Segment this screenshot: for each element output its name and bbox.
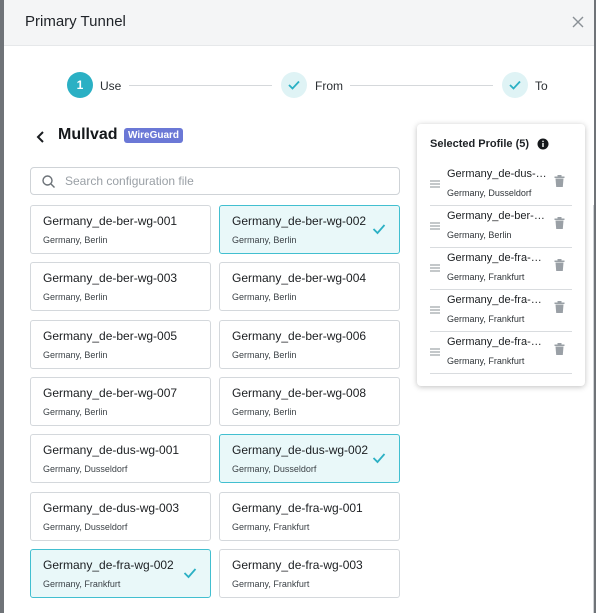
- selected-profile-panel: Selected Profile (5) Germany_de-dus-wg-0…: [417, 124, 585, 386]
- selected-profile-name: Germany_de-fra-wg-002: [447, 252, 547, 264]
- drag-handle-icon[interactable]: [430, 221, 440, 231]
- config-location: Germany, Dusseldorf: [43, 521, 128, 532]
- scrollbar-track[interactable]: [593, 205, 594, 613]
- search-icon: [42, 175, 55, 188]
- config-name: Germany_de-ber-wg-004: [232, 271, 367, 286]
- selected-profile-name: Germany_de-dus-wg-002: [447, 168, 547, 180]
- protocol-badge: WireGuard: [124, 128, 184, 143]
- trash-icon[interactable]: [554, 175, 565, 187]
- step-use-label: Use: [100, 79, 122, 93]
- config-name: Germany_de-dus-wg-002: [232, 443, 369, 458]
- config-card[interactable]: Germany_de-fra-wg-002 Germany, Frankfurt: [30, 548, 211, 598]
- config-name: Germany_de-fra-wg-002: [43, 557, 174, 572]
- config-name: Germany_de-ber-wg-006: [232, 328, 367, 343]
- selected-profile-item[interactable]: Germany_de-ber-wg-002 Germany, Berlin: [430, 206, 572, 248]
- chevron-left-icon[interactable]: [34, 128, 48, 146]
- config-location: Germany, Frankfurt: [43, 578, 121, 589]
- config-location: Germany, Berlin: [43, 349, 108, 360]
- config-card[interactable]: Germany_de-fra-wg-003 Germany, Frankfurt: [219, 548, 400, 598]
- config-name: Germany_de-ber-wg-002: [232, 214, 367, 228]
- config-name: Germany_de-fra-wg-001: [232, 500, 363, 515]
- drag-handle-icon[interactable]: [430, 263, 440, 273]
- config-location: Germany, Berlin: [43, 292, 108, 303]
- config-name: Germany_de-ber-wg-001: [43, 214, 178, 228]
- config-name: Germany_de-fra-wg-003: [232, 557, 363, 572]
- trash-icon[interactable]: [554, 343, 565, 355]
- selected-profile-name: Germany_de-fra-wg-001: [447, 336, 547, 348]
- config-card[interactable]: Germany_de-ber-wg-005 Germany, Berlin: [30, 319, 211, 369]
- config-card[interactable]: Germany_de-ber-wg-003 Germany, Berlin: [30, 262, 211, 312]
- search-input[interactable]: [65, 172, 385, 190]
- config-name: Germany_de-ber-wg-005: [43, 328, 178, 343]
- check-icon: [372, 453, 386, 464]
- config-location: Germany, Berlin: [232, 235, 297, 245]
- selected-profile-item[interactable]: Germany_de-fra-wg-001 Germany, Frankfurt: [430, 332, 572, 374]
- config-location: Germany, Berlin: [232, 349, 297, 360]
- search-box: [30, 167, 400, 195]
- drag-handle-icon[interactable]: [430, 347, 440, 357]
- trash-icon[interactable]: [554, 217, 565, 229]
- drag-handle-icon[interactable]: [430, 179, 440, 189]
- step-connector: [129, 85, 272, 86]
- step-2-check-icon: [281, 72, 307, 98]
- selected-profile-item[interactable]: Germany_de-dus-wg-002 Germany, Dusseldorf: [430, 164, 572, 206]
- primary-tunnel-dialog: Primary Tunnel 1 Use From To Mullvad Wir…: [4, 0, 594, 613]
- config-card[interactable]: Germany_de-dus-wg-002 Germany, Dusseldorf: [219, 434, 400, 484]
- config-name: Germany_de-dus-wg-001: [43, 443, 180, 458]
- config-card[interactable]: Germany_de-ber-wg-004 Germany, Berlin: [219, 262, 400, 312]
- selected-profile-item[interactable]: Germany_de-fra-wg-003 Germany, Frankfurt: [430, 290, 572, 332]
- dialog-header: Primary Tunnel: [4, 0, 594, 46]
- config-location: Germany, Berlin: [43, 235, 108, 245]
- close-icon[interactable]: [570, 14, 586, 30]
- config-card[interactable]: Germany_de-dus-wg-001 Germany, Dusseldorf: [30, 434, 211, 484]
- trash-icon[interactable]: [554, 259, 565, 271]
- check-icon: [372, 224, 386, 235]
- config-name: Germany_de-dus-wg-003: [43, 500, 180, 515]
- step-to-label: To: [535, 79, 548, 93]
- config-location: Germany, Dusseldorf: [232, 464, 317, 475]
- config-location: Germany, Berlin: [232, 292, 297, 303]
- config-card[interactable]: Germany_de-ber-wg-006 Germany, Berlin: [219, 319, 400, 369]
- selected-profile-location: Germany, Frankfurt: [447, 272, 525, 282]
- config-location: Germany, Frankfurt: [232, 578, 310, 589]
- selected-profile-location: Germany, Berlin: [447, 230, 512, 240]
- selected-profile-name: Germany_de-fra-wg-003: [447, 294, 547, 306]
- config-card[interactable]: Germany_de-ber-wg-002 Germany, Berlin: [219, 205, 400, 254]
- config-card[interactable]: Germany_de-ber-wg-007 Germany, Berlin: [30, 376, 211, 426]
- step-from-label: From: [315, 79, 343, 93]
- config-card[interactable]: Germany_de-ber-wg-008 Germany, Berlin: [219, 376, 400, 426]
- selected-profile-location: Germany, Frankfurt: [447, 356, 525, 366]
- config-name: Germany_de-ber-wg-008: [232, 385, 367, 400]
- selected-panel-title: Selected Profile (5): [430, 138, 530, 150]
- info-icon[interactable]: [537, 138, 549, 150]
- config-location: Germany, Dusseldorf: [43, 464, 128, 475]
- step-3-check-icon: [502, 72, 528, 98]
- selected-profile-location: Germany, Frankfurt: [447, 314, 525, 324]
- selected-profile-location: Germany, Dusseldorf: [447, 188, 532, 198]
- config-card[interactable]: Germany_de-fra-wg-001 Germany, Frankfurt: [219, 491, 400, 541]
- provider-name: Mullvad: [58, 126, 118, 143]
- config-card[interactable]: Germany_de-ber-wg-001 Germany, Berlin: [30, 205, 211, 254]
- trash-icon[interactable]: [554, 301, 565, 313]
- selected-profile-name: Germany_de-ber-wg-002: [447, 210, 547, 222]
- step-1-indicator: 1: [67, 72, 93, 98]
- config-location: Germany, Berlin: [43, 406, 108, 417]
- dialog-title: Primary Tunnel: [25, 13, 126, 30]
- config-name: Germany_de-ber-wg-003: [43, 271, 178, 286]
- config-card[interactable]: Germany_de-dus-wg-003 Germany, Dusseldorf: [30, 491, 211, 541]
- step-connector: [350, 85, 493, 86]
- config-location: Germany, Frankfurt: [232, 521, 310, 532]
- config-location: Germany, Berlin: [232, 406, 297, 417]
- stepper: 1 Use From To: [4, 70, 594, 102]
- selected-profile-item[interactable]: Germany_de-fra-wg-002 Germany, Frankfurt: [430, 248, 572, 290]
- drag-handle-icon[interactable]: [430, 305, 440, 315]
- config-name: Germany_de-ber-wg-007: [43, 385, 178, 400]
- check-icon: [183, 568, 197, 579]
